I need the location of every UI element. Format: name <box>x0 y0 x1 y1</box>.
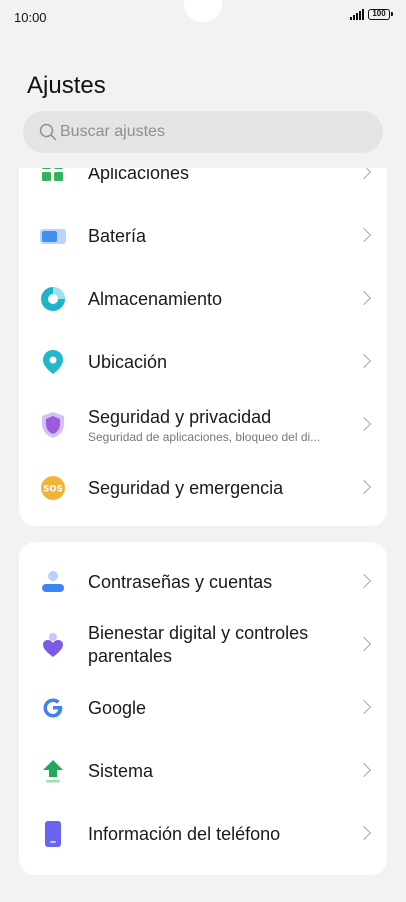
settings-item-system[interactable]: Sistema <box>19 741 387 801</box>
location-icon <box>43 350 63 374</box>
storage-icon <box>41 287 65 311</box>
settings-group-1: Aplicaciones Batería Almacenamiento Ubic… <box>19 168 387 526</box>
settings-item-label: Batería <box>88 225 147 246</box>
search-icon <box>39 123 57 141</box>
settings-item-digital-wellbeing[interactable]: Bienestar digital y controles parentales <box>19 615 387 675</box>
chevron-right-icon <box>356 699 372 715</box>
chevron-right-icon <box>356 168 372 180</box>
status-icons: 100 <box>350 9 393 20</box>
page-title: Ajustes <box>27 72 106 100</box>
settings-item-label: Información del teléfono <box>88 823 281 844</box>
settings-item-about-phone[interactable]: Información del teléfono <box>19 804 387 864</box>
settings-item-label: Almacenamiento <box>88 288 223 309</box>
sos-icon: SOS <box>41 476 65 500</box>
settings-item-location[interactable]: Ubicación <box>19 332 387 392</box>
chevron-right-icon <box>356 825 372 841</box>
settings-screen: 10:00 100 Ajustes Buscar ajustes Aplicac… <box>0 0 406 902</box>
apps-icon <box>42 168 63 181</box>
chevron-right-icon <box>356 762 372 778</box>
settings-item-label: Sistema <box>88 760 154 781</box>
chevron-right-icon <box>356 290 372 306</box>
settings-item-label: Contraseñas y cuentas <box>88 571 273 592</box>
system-update-icon <box>43 760 63 783</box>
chevron-right-icon <box>356 353 372 369</box>
battery-icon <box>40 229 66 244</box>
chevron-right-icon <box>356 416 372 432</box>
settings-item-google[interactable]: Google <box>19 678 387 738</box>
signal-icon <box>350 9 364 20</box>
settings-item-battery[interactable]: Batería <box>19 206 387 266</box>
chevron-right-icon <box>356 479 372 495</box>
settings-item-label: Seguridad y emergencia <box>88 477 284 498</box>
search-placeholder: Buscar ajustes <box>60 123 165 140</box>
chevron-right-icon <box>356 636 372 652</box>
wellbeing-icon <box>43 633 63 657</box>
chevron-right-icon <box>356 227 372 243</box>
settings-item-label: Aplicaciones <box>88 168 190 183</box>
settings-item-security-privacy[interactable]: Seguridad y privacidad Seguridad de apli… <box>19 395 387 455</box>
phone-info-icon <box>45 821 61 847</box>
chevron-right-icon <box>356 573 372 589</box>
shield-icon <box>42 412 64 438</box>
battery-status-icon: 100 <box>368 9 393 20</box>
status-time: 10:00 <box>14 10 47 25</box>
settings-item-subtitle: Seguridad de aplicaciones, bloqueo del d… <box>88 429 321 444</box>
settings-item-label: Seguridad y privacidad <box>88 406 272 427</box>
settings-item-label: Google <box>88 697 147 718</box>
search-input[interactable]: Buscar ajustes <box>23 111 383 153</box>
svg-text:SOS: SOS <box>43 485 62 495</box>
settings-item-label: Ubicación <box>88 351 168 372</box>
camera-notch <box>184 0 222 22</box>
settings-list[interactable]: Aplicaciones Batería Almacenamiento Ubic… <box>0 168 406 902</box>
settings-item-label: Bienestar digital y controles parentales <box>88 623 309 666</box>
settings-item-storage[interactable]: Almacenamiento <box>19 269 387 329</box>
settings-item-safety-emergency[interactable]: SOS Seguridad y emergencia <box>19 458 387 518</box>
status-bar: 10:00 100 <box>0 0 406 36</box>
settings-item-apps[interactable]: Aplicaciones <box>19 168 387 203</box>
account-icon <box>42 571 64 592</box>
settings-group-2: Contraseñas y cuentas Bienestar digital … <box>19 542 387 875</box>
settings-item-accounts[interactable]: Contraseñas y cuentas <box>19 552 387 612</box>
google-icon <box>43 698 63 718</box>
